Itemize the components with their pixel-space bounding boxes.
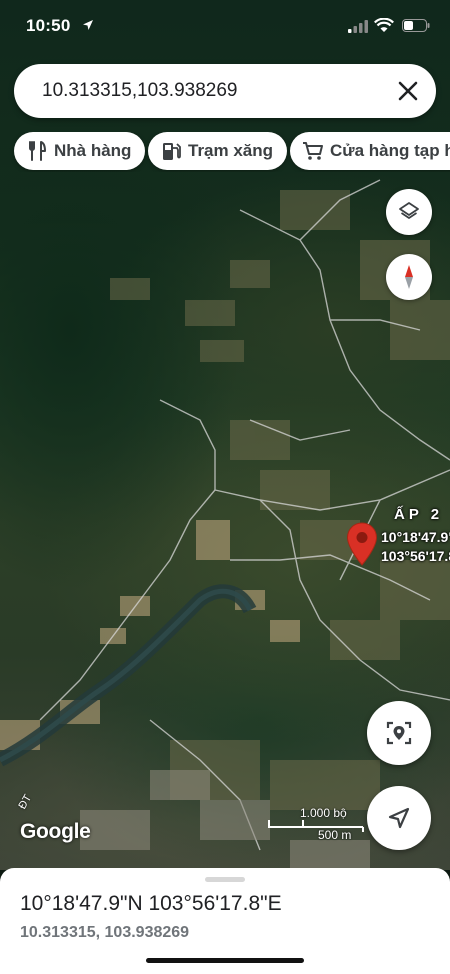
status-time: 10:50: [26, 16, 71, 35]
pin-coord-label-lat: 10°18'47.9"N: [381, 529, 450, 545]
navigation-arrow-icon: [388, 807, 410, 829]
search-input[interactable]: 10.313315,103.938269: [42, 80, 237, 102]
layers-icon: [399, 202, 419, 219]
battery-icon: [402, 19, 430, 32]
location-services-icon: [83, 20, 93, 30]
gas-station-icon: [163, 143, 181, 160]
compass-icon: [405, 265, 413, 289]
close-icon[interactable]: [396, 79, 420, 103]
chip-restaurants[interactable]: Nhà hàng: [14, 132, 146, 170]
home-indicator[interactable]: [146, 958, 304, 963]
status-bar: 10:50: [0, 0, 450, 56]
map-scale: 1.000 bộ 500 m: [268, 806, 364, 846]
sheet-grabber[interactable]: [205, 877, 245, 882]
place-label: ẤP 2: [394, 506, 444, 523]
restaurant-icon: [29, 141, 46, 161]
chip-grocery-stores[interactable]: Cửa hàng tạp hoá: [290, 132, 450, 170]
scale-label-imperial: 1.000 bộ: [300, 806, 347, 820]
category-chips: Nhà hàng Trạm xăng Cửa hàng tạp hoá: [0, 132, 450, 172]
map-layers-button[interactable]: [386, 189, 432, 235]
coordinates-title: 10°18'47.9"N 103°56'17.8"E: [20, 892, 282, 915]
coordinates-decimal: 10.313315, 103.938269: [20, 924, 190, 941]
chip-label: Cửa hàng tạp hoá: [330, 141, 450, 160]
location-pin-icon[interactable]: [346, 522, 378, 566]
compass-button[interactable]: [386, 254, 432, 300]
scale-label-metric: 500 m: [318, 828, 352, 842]
pin-coord-label-lng: 103°56'17.8"E: [381, 548, 450, 564]
chip-gas-stations[interactable]: Trạm xăng: [148, 132, 288, 170]
chip-label: Nhà hàng: [54, 141, 132, 160]
search-bar[interactable]: 10.313315,103.938269: [14, 64, 436, 118]
chip-label: Trạm xăng: [188, 141, 274, 160]
google-logo: Google: [20, 820, 91, 843]
cellular-signal-icon: [348, 20, 368, 33]
locate-pin-icon: [386, 721, 412, 745]
wifi-icon: [374, 18, 394, 32]
cart-icon: [303, 142, 323, 160]
location-mode-button[interactable]: [367, 701, 431, 765]
my-location-button[interactable]: [367, 786, 431, 850]
